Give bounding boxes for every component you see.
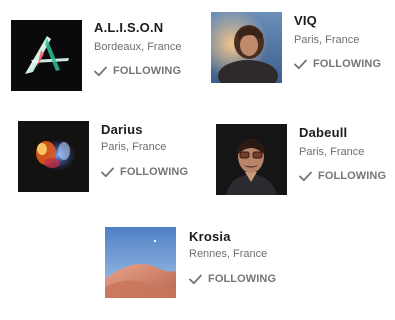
artist-name[interactable]: Darius — [101, 122, 143, 137]
checkmark-icon — [94, 66, 107, 76]
artist-location: Rennes, France — [189, 248, 268, 260]
checkmark-icon — [189, 274, 202, 284]
following-label: FOLLOWING — [208, 273, 277, 285]
following-label: FOLLOWING — [120, 166, 189, 178]
following-label: FOLLOWING — [113, 65, 182, 77]
artist-avatar[interactable] — [216, 124, 287, 195]
artist-avatar-image — [211, 12, 282, 83]
artist-avatar[interactable] — [11, 20, 82, 91]
artist-location: Paris, France — [299, 146, 365, 158]
artist-location: Paris, France — [101, 141, 167, 153]
checkmark-icon — [299, 171, 312, 181]
following-label: FOLLOWING — [313, 58, 382, 70]
artist-avatar-image — [11, 20, 82, 91]
following-label: FOLLOWING — [318, 170, 387, 182]
artist-location: Bordeaux, France — [94, 41, 182, 53]
artist-name[interactable]: Krosia — [189, 229, 231, 244]
artist-avatar-image — [216, 124, 287, 195]
following-button[interactable]: FOLLOWING — [189, 273, 276, 285]
following-button[interactable]: FOLLOWING — [294, 58, 381, 70]
artist-avatar[interactable] — [211, 12, 282, 83]
checkmark-icon — [101, 167, 114, 177]
following-button[interactable]: FOLLOWING — [94, 65, 181, 77]
artist-avatar-image — [18, 121, 89, 192]
checkmark-icon — [294, 59, 307, 69]
following-button[interactable]: FOLLOWING — [101, 166, 188, 178]
artist-name[interactable]: VIQ — [294, 13, 317, 28]
artist-location: Paris, France — [294, 34, 360, 46]
artist-avatar[interactable] — [105, 227, 176, 298]
artist-avatar[interactable] — [18, 121, 89, 192]
artist-avatar-image — [105, 227, 176, 298]
following-button[interactable]: FOLLOWING — [299, 170, 386, 182]
artist-name[interactable]: Dabeull — [299, 125, 347, 140]
artist-name[interactable]: A.L.I.S.O.N — [94, 20, 163, 35]
